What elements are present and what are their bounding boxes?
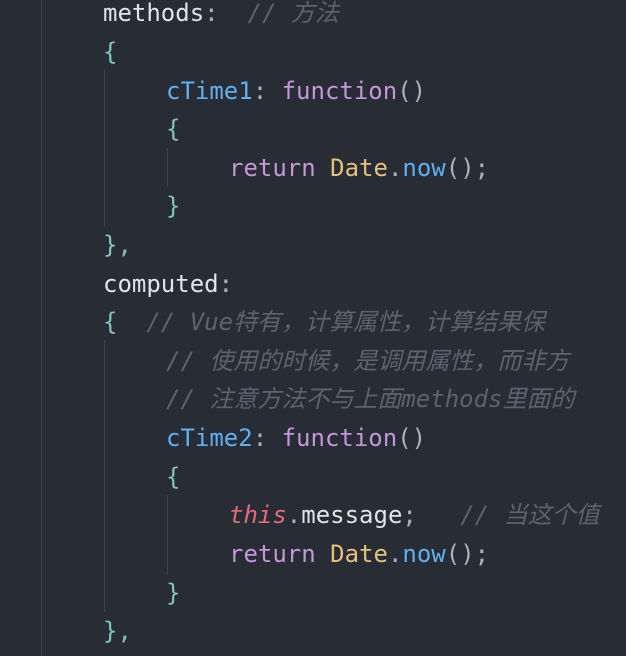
property-computed: computed (103, 270, 219, 298)
colon: : (218, 270, 234, 298)
method-name-ctime1: cTime1 (166, 77, 253, 105)
code-line[interactable]: { (166, 110, 180, 148)
code-line[interactable]: { (103, 33, 117, 71)
dot: . (387, 540, 403, 568)
property-methods: methods (103, 0, 205, 27)
close-brace: }, (103, 617, 132, 645)
code-line[interactable]: cTime1: function() (166, 72, 426, 110)
method-name-ctime2: cTime2 (166, 424, 253, 452)
comment: // 当这个值 (460, 501, 600, 529)
code-editor[interactable]: methods: // 方法 { cTime1: function() { re… (0, 0, 626, 656)
method-now: now (402, 154, 446, 182)
code-line[interactable]: // 使用的时候，是调用属性，而非方 (166, 342, 569, 380)
indent-guide (104, 70, 105, 226)
comment: // 注意方法不与上面methods里面的 (166, 385, 575, 413)
code-line[interactable]: cTime2: function() (166, 419, 426, 457)
semicolon: ; (402, 501, 417, 529)
call-tail: (); (445, 540, 490, 568)
open-brace: { (166, 115, 181, 143)
colon: : (252, 424, 268, 452)
this-keyword: this (229, 501, 287, 529)
function-keyword: function (281, 424, 398, 452)
comment: // Vue特有，计算属性，计算结果保 (146, 308, 546, 336)
code-line[interactable]: this.message; // 当这个值 (229, 496, 600, 534)
code-line[interactable]: methods: // 方法 (103, 0, 339, 32)
code-line[interactable]: } (166, 187, 180, 225)
code-line[interactable]: return Date.now(); (229, 149, 489, 187)
code-line[interactable]: } (166, 574, 180, 612)
comment: // 使用的时候，是调用属性，而非方 (166, 347, 570, 375)
dot: . (286, 501, 302, 529)
return-keyword: return (229, 540, 316, 568)
call-tail: (); (445, 154, 490, 182)
open-brace: { (103, 308, 118, 336)
method-now: now (402, 540, 446, 568)
code-line[interactable]: }, (103, 226, 132, 264)
indent-guide (41, 0, 42, 656)
indent-guide (104, 340, 105, 612)
indent-guide (167, 148, 168, 186)
function-keyword: function (281, 77, 398, 105)
parens: () (397, 424, 427, 452)
code-line[interactable]: { (166, 458, 180, 496)
class-date: Date (330, 154, 388, 182)
code-line[interactable]: return Date.now(); (229, 535, 489, 573)
member-message: message (301, 501, 403, 529)
code-line[interactable]: // 注意方法不与上面methods里面的 (166, 380, 575, 418)
code-line[interactable]: }, (103, 612, 132, 650)
comment: // 方法 (247, 0, 339, 27)
close-brace: } (166, 192, 181, 220)
indent-guide (167, 495, 168, 575)
code-line[interactable]: computed: (103, 265, 233, 303)
open-brace: { (103, 38, 118, 66)
class-date: Date (330, 540, 388, 568)
parens: () (397, 77, 427, 105)
code-line[interactable]: { // Vue特有，计算属性，计算结果保 (103, 303, 545, 341)
open-brace: { (166, 463, 181, 491)
close-brace: } (166, 579, 181, 607)
colon: : (204, 0, 219, 27)
close-brace: }, (103, 231, 132, 259)
colon: : (252, 77, 268, 105)
return-keyword: return (229, 154, 316, 182)
dot: . (387, 154, 403, 182)
